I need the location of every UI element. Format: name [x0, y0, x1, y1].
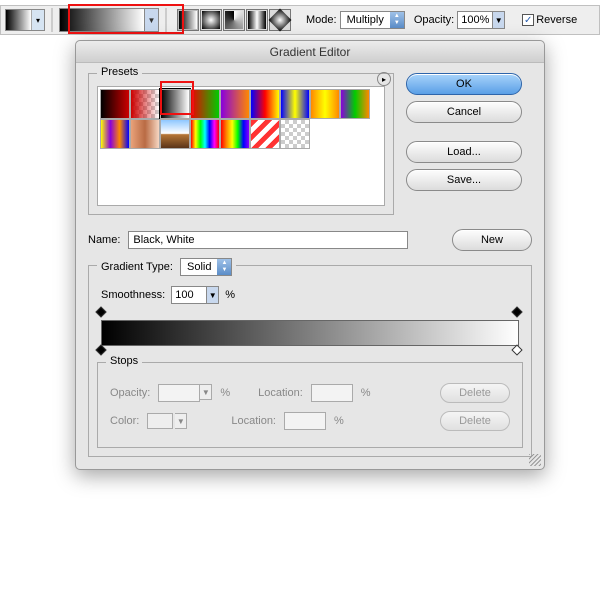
- stop-color-location-input: [284, 412, 326, 430]
- preset-spectrum[interactable]: [190, 119, 220, 149]
- mode-value: Multiply: [341, 12, 390, 28]
- checkbox-icon: ✓: [522, 14, 534, 26]
- radial-gradient-button[interactable]: [200, 9, 222, 31]
- chevron-down-icon[interactable]: ▼: [144, 9, 158, 31]
- opacity-value[interactable]: [458, 12, 492, 28]
- ok-button[interactable]: OK: [406, 73, 522, 95]
- preset-blue-yellow-blue[interactable]: [280, 89, 310, 119]
- gradient-picker[interactable]: ▼: [59, 8, 159, 32]
- type-select[interactable]: Solid ▲▼: [180, 258, 232, 276]
- mode-select[interactable]: Multiply ▲▼: [340, 11, 405, 29]
- chevron-down-icon[interactable]: ▼: [206, 287, 218, 303]
- presets-legend: Presets: [97, 66, 142, 78]
- presets-fieldset: Presets ▸: [88, 73, 394, 215]
- stops-legend: Stops: [106, 355, 142, 367]
- stop-color-location-label: Location:: [231, 415, 276, 427]
- load-button[interactable]: Load...: [406, 141, 522, 163]
- color-stop-right[interactable]: [513, 346, 523, 358]
- preset-violet-orange[interactable]: [220, 89, 250, 119]
- opacity-stop-right[interactable]: [513, 308, 523, 320]
- name-label: Name:: [88, 234, 120, 246]
- delete-color-stop-button: Delete: [440, 411, 510, 431]
- opacity-label: Opacity:: [414, 14, 454, 26]
- percent-suffix: %: [334, 415, 344, 427]
- preset-yellow-violet-orange-blue[interactable]: [100, 119, 130, 149]
- preset-rainbow[interactable]: [220, 119, 250, 149]
- cancel-button[interactable]: Cancel: [406, 101, 522, 123]
- gradient-type-fieldset: Gradient Type: Solid ▲▼ Smoothness: ▼ %: [88, 265, 532, 457]
- current-gradient-thumbnail[interactable]: ▾: [5, 9, 45, 31]
- preset-blue-red-yellow[interactable]: [250, 89, 280, 119]
- preset-violet-green-orange[interactable]: [340, 89, 370, 119]
- preset-stripes[interactable]: [250, 119, 280, 149]
- resize-grip-icon[interactable]: [529, 454, 541, 466]
- chevron-down-icon: ▼: [200, 384, 212, 400]
- preset-transparent-stripes[interactable]: [280, 119, 310, 149]
- preset-fg-to-transparent[interactable]: [130, 89, 160, 119]
- presets-grid: [98, 87, 384, 151]
- gradient-type-buttons: [177, 9, 291, 31]
- delete-opacity-stop-button: Delete: [440, 383, 510, 403]
- stop-color-swatch: [147, 413, 173, 429]
- preset-orange-yellow-orange[interactable]: [310, 89, 340, 119]
- angular-gradient-button[interactable]: [223, 9, 245, 31]
- reverse-label: Reverse: [536, 14, 577, 26]
- dialog-title: Gradient Editor: [76, 41, 544, 63]
- stop-color-label: Color:: [110, 415, 139, 427]
- stop-location-label: Location:: [258, 387, 303, 399]
- type-value: Solid: [181, 259, 217, 275]
- reverse-checkbox[interactable]: ✓ Reverse: [522, 14, 577, 26]
- chevron-down-icon: ▼: [175, 413, 187, 429]
- percent-suffix: %: [361, 387, 371, 399]
- stop-opacity-label: Opacity:: [110, 387, 150, 399]
- mode-label: Mode:: [306, 14, 337, 26]
- chevron-down-icon[interactable]: ▼: [492, 12, 504, 28]
- dialog-button-column: OK Cancel Load... Save...: [406, 73, 522, 215]
- preset-black-white[interactable]: [160, 89, 190, 119]
- smoothness-label: Smoothness:: [101, 289, 165, 301]
- stop-opacity-input: [158, 384, 200, 402]
- save-button[interactable]: Save...: [406, 169, 522, 191]
- preset-fg-to-bg[interactable]: [100, 89, 130, 119]
- smoothness-suffix: %: [225, 289, 235, 301]
- gradient-bar-preview: [101, 320, 519, 346]
- name-input[interactable]: [128, 231, 408, 249]
- smoothness-value[interactable]: [172, 287, 206, 303]
- type-label: Gradient Type:: [101, 261, 173, 273]
- gradient-preview-icon: [60, 9, 144, 31]
- opacity-stop-left[interactable]: [97, 308, 107, 320]
- presets-flyout-icon[interactable]: ▸: [377, 72, 391, 86]
- divider: [165, 8, 167, 32]
- gradient-editor-dialog: Gradient Editor Presets ▸: [75, 40, 545, 470]
- opacity-input[interactable]: ▼: [457, 11, 505, 29]
- reflected-gradient-button[interactable]: [246, 9, 268, 31]
- preset-chrome[interactable]: [160, 119, 190, 149]
- gradient-bar[interactable]: [97, 310, 523, 356]
- select-arrows-icon: ▲▼: [217, 259, 231, 275]
- select-arrows-icon: ▲▼: [390, 12, 404, 28]
- new-button[interactable]: New: [452, 229, 532, 251]
- stop-location-input: [311, 384, 353, 402]
- divider: [51, 8, 53, 32]
- smoothness-input[interactable]: ▼: [171, 286, 219, 304]
- preset-red-green[interactable]: [190, 89, 220, 119]
- options-bar: ▾ ▼ Mode: Multiply ▲▼ Opacity: ▼ ✓ Rever…: [0, 5, 600, 35]
- preset-copper[interactable]: [130, 119, 160, 149]
- linear-gradient-button[interactable]: [177, 9, 199, 31]
- diamond-gradient-button[interactable]: [269, 9, 291, 31]
- stops-fieldset: Stops Opacity: ▼ % Location: % Delete Co…: [97, 362, 523, 448]
- percent-suffix: %: [220, 387, 230, 399]
